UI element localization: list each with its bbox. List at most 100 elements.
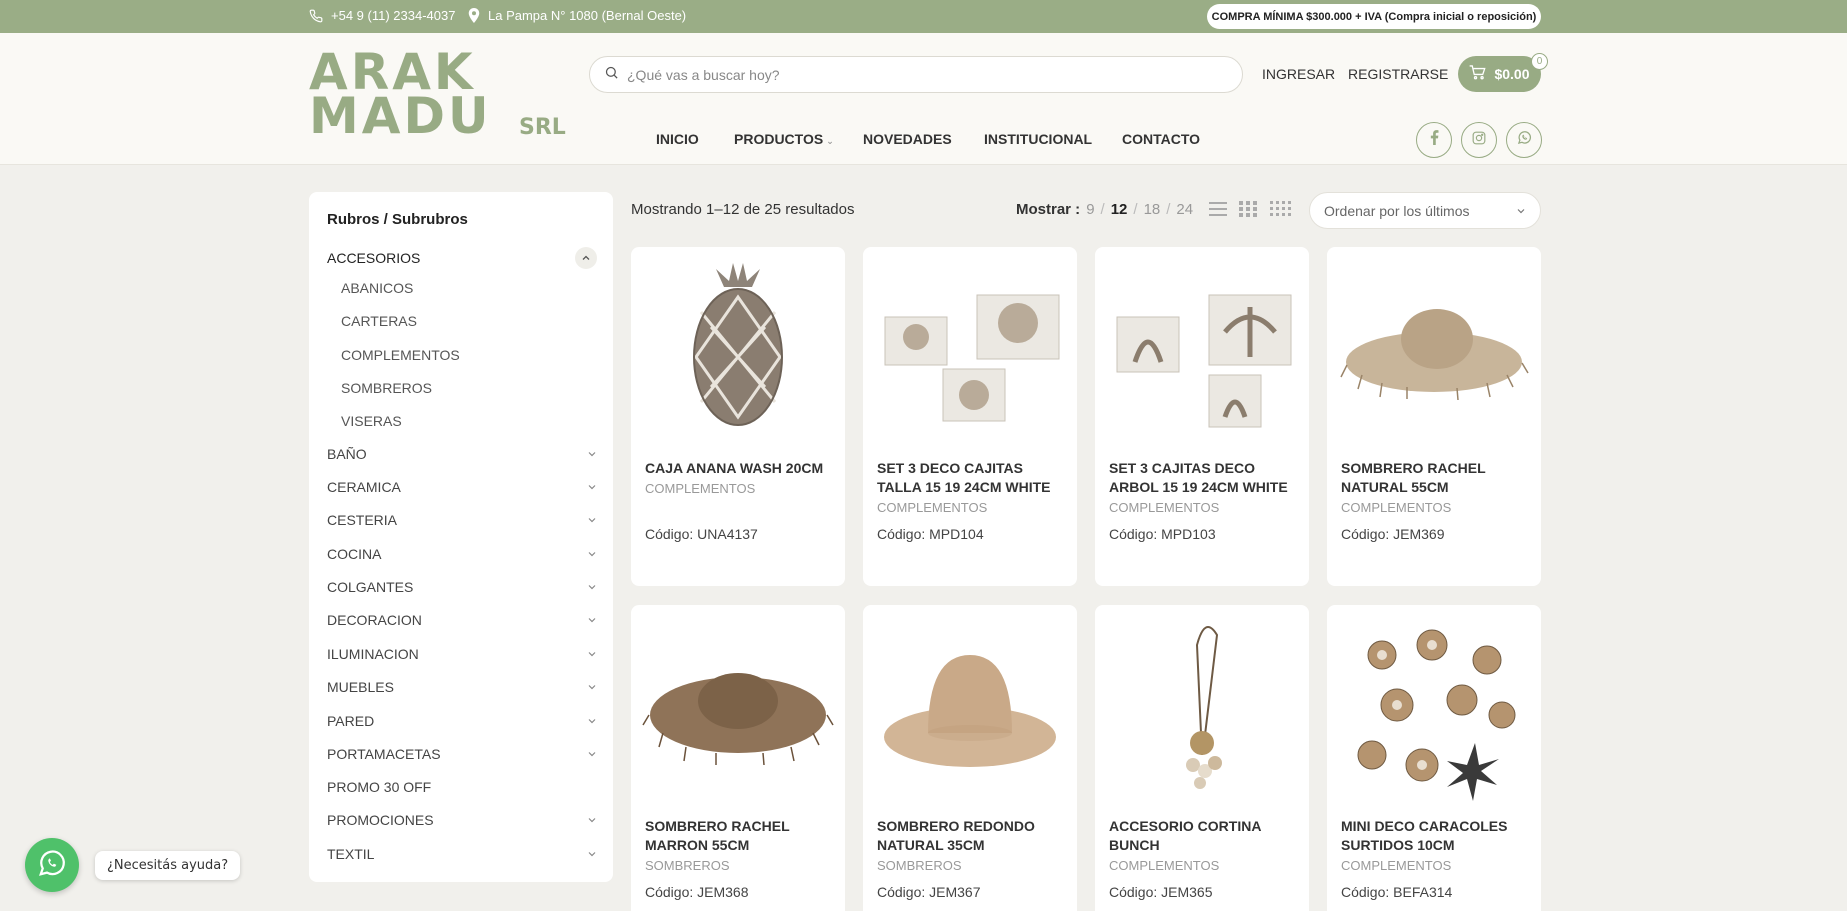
product-category[interactable]: COMPLEMENTOS <box>1341 858 1451 873</box>
sidebar-item-muebles[interactable]: MUEBLES <box>327 676 597 698</box>
chevron-down-icon[interactable] <box>587 679 597 695</box>
cart-button[interactable]: $0.00 <box>1458 56 1541 92</box>
whatsapp-social-button[interactable] <box>1506 122 1542 158</box>
chevron-down-icon[interactable] <box>587 713 597 729</box>
chevron-down-icon[interactable] <box>587 512 597 528</box>
per-page-option-9[interactable]: 9 <box>1086 201 1094 218</box>
product-card[interactable]: SOMBRERO REDONDO NATURAL 35CM SOMBREROS … <box>863 605 1077 911</box>
list-view-icon[interactable] <box>1208 199 1228 224</box>
product-image[interactable] <box>873 615 1067 805</box>
product-card[interactable]: SOMBRERO RACHEL MARRON 55CM SOMBREROS Có… <box>631 605 845 911</box>
grid-3-view-icon[interactable] <box>1238 199 1258 224</box>
product-card[interactable]: SET 3 CAJITAS DECO ARBOL 15 19 24CM WHIT… <box>1095 247 1309 586</box>
product-category[interactable]: COMPLEMENTOS <box>645 481 755 496</box>
product-card[interactable]: CAJA ANANA WASH 20CM COMPLEMENTOS Código… <box>631 247 845 586</box>
product-title[interactable]: SOMBRERO RACHEL NATURAL 55CM <box>1341 459 1533 497</box>
product-title[interactable]: SET 3 DECO CAJITAS TALLA 15 19 24CM WHIT… <box>877 459 1069 497</box>
sidebar-item-label: PROMOCIONES <box>327 812 434 828</box>
sidebar-item-portamacetas[interactable]: PORTAMACETAS <box>327 743 597 765</box>
sort-select[interactable]: Ordenar por los últimos <box>1309 192 1541 229</box>
product-image[interactable] <box>1105 615 1299 805</box>
sidebar-item-promo-30-off[interactable]: PROMO 30 OFF <box>327 776 597 798</box>
chevron-down-icon[interactable] <box>587 579 597 595</box>
min-purchase-badge: COMPRA MÍNIMA $300.000 + IVA (Compra ini… <box>1207 4 1541 29</box>
product-image[interactable] <box>641 615 835 805</box>
product-title[interactable]: SOMBRERO RACHEL MARRON 55CM <box>645 817 837 855</box>
chevron-down-icon[interactable] <box>587 646 597 662</box>
login-link[interactable]: INGRESAR <box>1262 66 1335 82</box>
separator: / <box>1166 201 1171 218</box>
chevron-down-icon[interactable] <box>587 612 597 628</box>
chevron-down-icon[interactable] <box>587 746 597 762</box>
register-link[interactable]: REGISTRARSE <box>1348 66 1448 82</box>
search-box <box>589 56 1243 93</box>
sidebar-item-decoracion[interactable]: DECORACION <box>327 609 597 631</box>
sidebar-item-ceramica[interactable]: CERAMICA <box>327 476 597 498</box>
sidebar-item-label: COCINA <box>327 546 382 562</box>
chevron-down-icon[interactable] <box>587 446 597 462</box>
per-page-option-24[interactable]: 24 <box>1176 201 1193 218</box>
chevron-down-icon[interactable] <box>587 846 597 862</box>
sidebar-item-label: ACCESORIOS <box>327 250 421 266</box>
product-image[interactable] <box>1105 257 1299 447</box>
product-card[interactable]: MINI DECO CARACOLES SURTIDOS 10CM COMPLE… <box>1327 605 1541 911</box>
product-category[interactable]: COMPLEMENTOS <box>1341 500 1451 515</box>
product-image[interactable] <box>873 257 1067 447</box>
product-title[interactable]: SOMBRERO REDONDO NATURAL 35CM <box>877 817 1069 855</box>
grid-4-view-icon[interactable] <box>1269 199 1291 224</box>
nav-contacto[interactable]: CONTACTO <box>1122 131 1200 147</box>
nav-novedades[interactable]: NOVEDADES <box>863 131 952 147</box>
product-title[interactable]: ACCESORIO CORTINA BUNCH <box>1109 817 1301 855</box>
sidebar-item-colgantes[interactable]: COLGANTES <box>327 576 597 598</box>
nav-inicio[interactable]: INICIO <box>656 131 699 147</box>
per-page-option-12[interactable]: 12 <box>1111 201 1128 218</box>
collapse-toggle[interactable] <box>575 247 597 269</box>
product-card[interactable]: SET 3 DECO CAJITAS TALLA 15 19 24CM WHIT… <box>863 247 1077 586</box>
sidebar-item-bano[interactable]: BAÑO <box>327 443 597 465</box>
nav-institucional[interactable]: INSTITUCIONAL <box>984 131 1092 147</box>
sidebar-subitem-sombreros[interactable]: SOMBREROS <box>341 380 432 396</box>
sidebar-item-promociones[interactable]: PROMOCIONES <box>327 809 597 831</box>
search-icon[interactable] <box>604 65 619 85</box>
whatsapp-chat-button[interactable] <box>25 838 79 892</box>
product-category[interactable]: SOMBREROS <box>877 858 962 873</box>
logo-suffix: SRL <box>519 115 566 140</box>
header: ARAK MADU SRL INGRESAR REGISTRARSE $0.00… <box>0 33 1847 165</box>
sidebar-item-textil[interactable]: TEXTIL <box>327 843 597 865</box>
product-card[interactable]: ACCESORIO CORTINA BUNCH COMPLEMENTOS Cód… <box>1095 605 1309 911</box>
sidebar-subitem-abanicos[interactable]: ABANICOS <box>341 280 413 296</box>
product-title[interactable]: CAJA ANANA WASH 20CM <box>645 459 837 478</box>
instagram-button[interactable] <box>1461 122 1497 158</box>
sidebar-item-cocina[interactable]: COCINA <box>327 543 597 565</box>
sidebar-subitem-viseras[interactable]: VISERAS <box>341 413 402 429</box>
phone-contact[interactable]: +54 9 (11) 2334-4037 <box>309 8 455 23</box>
cart-count-badge: 0 <box>1531 53 1548 70</box>
logo[interactable]: ARAK MADU SRL <box>309 47 571 142</box>
product-title[interactable]: MINI DECO CARACOLES SURTIDOS 10CM <box>1341 817 1533 855</box>
product-card[interactable]: SOMBRERO RACHEL NATURAL 55CM COMPLEMENTO… <box>1327 247 1541 586</box>
nav-productos[interactable]: PRODUCTOS ⌄ <box>734 131 834 147</box>
product-category[interactable]: SOMBREROS <box>645 858 730 873</box>
product-title[interactable]: SET 3 CAJITAS DECO ARBOL 15 19 24CM WHIT… <box>1109 459 1301 497</box>
product-category[interactable]: COMPLEMENTOS <box>1109 500 1219 515</box>
chevron-down-icon[interactable] <box>587 479 597 495</box>
product-category[interactable]: COMPLEMENTOS <box>1109 858 1219 873</box>
search-input[interactable] <box>627 66 1207 83</box>
product-category[interactable]: COMPLEMENTOS <box>877 500 987 515</box>
product-image[interactable] <box>641 257 835 447</box>
product-image[interactable] <box>1337 615 1531 805</box>
sidebar-item-label: PROMO 30 OFF <box>327 779 432 795</box>
sidebar-item-pared[interactable]: PARED <box>327 710 597 732</box>
chevron-down-icon[interactable] <box>587 812 597 828</box>
sidebar-item-iluminacion[interactable]: ILUMINACION <box>327 643 597 665</box>
product-image[interactable] <box>1337 257 1531 447</box>
chevron-down-icon[interactable] <box>587 546 597 562</box>
sidebar-subitem-complementos[interactable]: COMPLEMENTOS <box>341 347 460 363</box>
sidebar-item-cesteria[interactable]: CESTERIA <box>327 509 597 531</box>
sidebar-subitem-carteras[interactable]: CARTERAS <box>341 313 417 329</box>
top-bar: +54 9 (11) 2334-4037 La Pampa N° 1080 (B… <box>0 0 1847 33</box>
per-page-option-18[interactable]: 18 <box>1144 201 1161 218</box>
sidebar-item-accesorios[interactable]: ACCESORIOS <box>327 247 597 269</box>
facebook-button[interactable] <box>1416 122 1452 158</box>
whatsapp-help-bubble[interactable]: ¿Necesitás ayuda? <box>95 851 241 880</box>
